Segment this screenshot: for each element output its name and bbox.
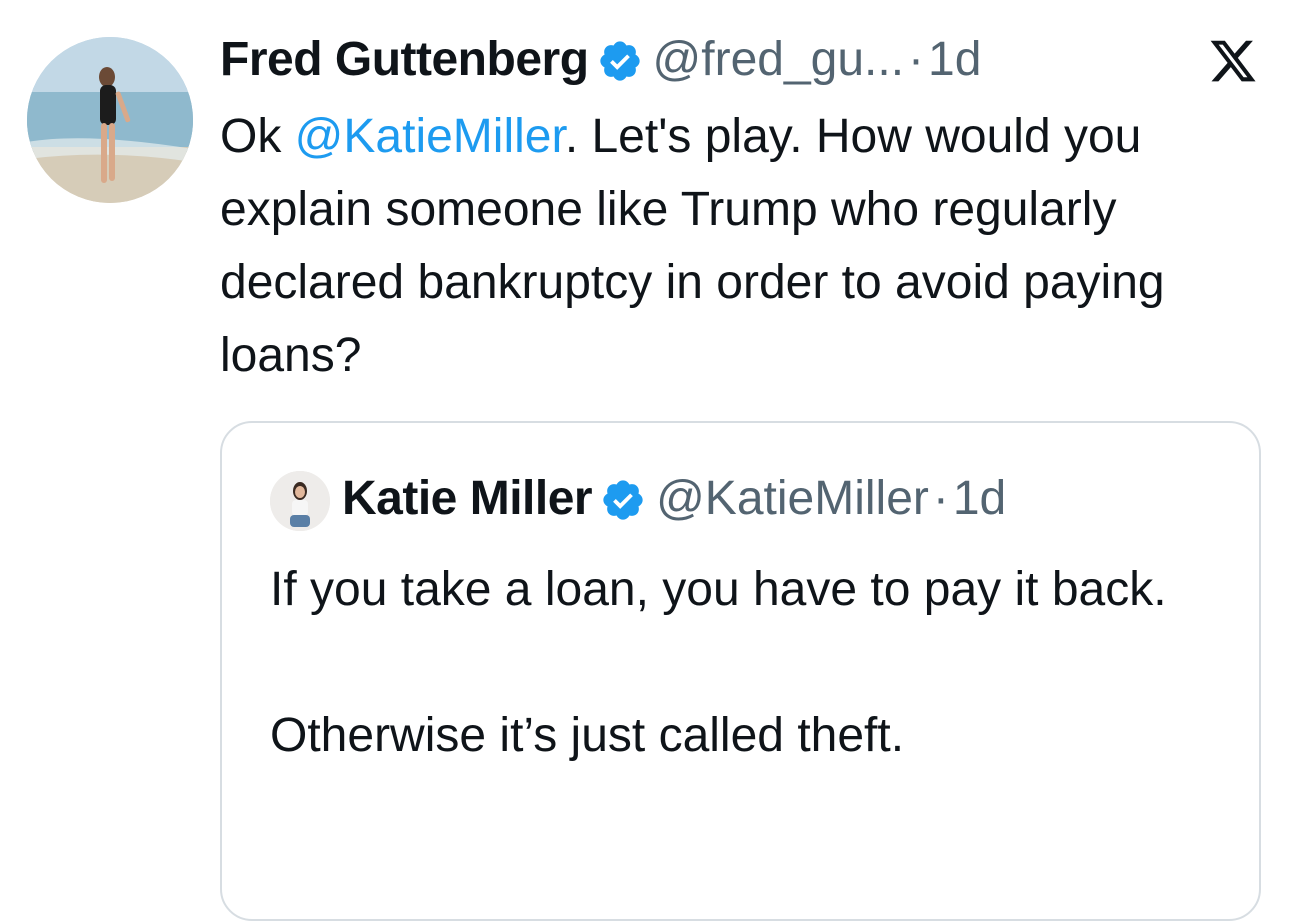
- tweet-header: Fred Guttenberg @fred_gu... · 1d: [220, 28, 981, 92]
- author-handle[interactable]: @fred_gu...: [653, 28, 905, 92]
- verified-badge-icon: [600, 476, 646, 522]
- tweet-text-prefix: Ok: [220, 110, 295, 163]
- mention-link[interactable]: @KatieMiller: [295, 110, 565, 163]
- quoted-avatar-photo: [270, 471, 330, 531]
- quoted-author-handle[interactable]: @KatieMiller: [656, 467, 929, 531]
- x-logo-icon[interactable]: [1208, 36, 1258, 86]
- quoted-tweet-text: If you take a loan, you have to pay it b…: [270, 553, 1230, 772]
- separator-dot: ·: [908, 33, 925, 86]
- avatar-photo: [27, 37, 193, 203]
- quoted-text-line-1: If you take a loan, you have to pay it b…: [270, 563, 1167, 616]
- tweet-text: Ok @KatieMiller. Let's play. How would y…: [220, 100, 1270, 392]
- verified-badge-icon: [597, 37, 643, 83]
- tweet-time[interactable]: 1d: [928, 28, 981, 92]
- author-name[interactable]: Fred Guttenberg: [220, 28, 589, 92]
- separator-dot: ·: [932, 472, 949, 525]
- quoted-text-line-2: Otherwise it’s just called theft.: [270, 709, 905, 762]
- quoted-tweet-card[interactable]: Katie Miller @KatieMiller · 1d If you ta…: [220, 421, 1261, 921]
- quoted-tweet-header: Katie Miller @KatieMiller · 1d: [342, 467, 1006, 531]
- quoted-author-name[interactable]: Katie Miller: [342, 467, 593, 531]
- tweet[interactable]: Fred Guttenberg @fred_gu... · 1d Ok @Kat…: [0, 0, 1290, 921]
- author-avatar[interactable]: [27, 37, 193, 203]
- quoted-author-avatar[interactable]: [270, 471, 330, 531]
- quoted-tweet-time[interactable]: 1d: [953, 467, 1006, 531]
